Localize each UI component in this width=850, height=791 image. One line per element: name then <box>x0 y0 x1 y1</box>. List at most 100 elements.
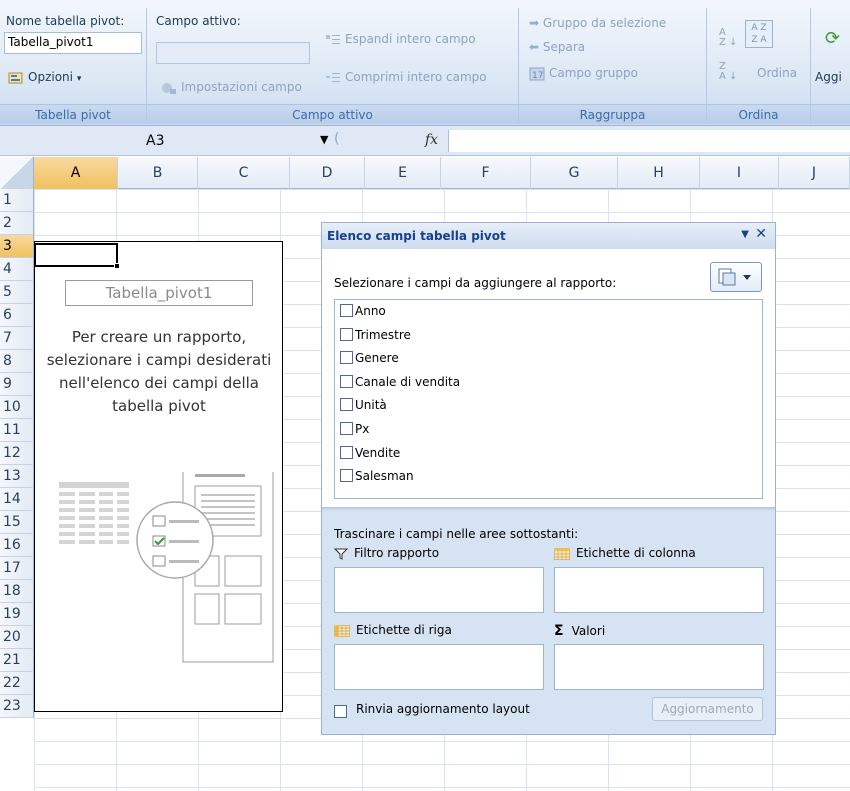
row-header[interactable]: 20 <box>0 626 34 649</box>
name-box-dropdown-icon[interactable]: ▼ <box>320 133 328 146</box>
row-header[interactable]: 5 <box>0 281 34 304</box>
field-item[interactable]: Salesman <box>340 467 414 487</box>
field-settings-label: Impostazioni campo <box>181 80 302 94</box>
expand-field-button[interactable]: Espandi intero campo <box>325 32 476 47</box>
options-dropdown-icon: ▾ <box>76 74 82 84</box>
refresh-button[interactable]: Aggi <box>815 70 842 84</box>
pane-splitter[interactable] <box>322 507 775 511</box>
column-header[interactable]: J <box>779 157 850 189</box>
formula-bar-divider-icon: ( <box>334 131 340 147</box>
column-header[interactable]: C <box>198 157 290 189</box>
group-selection-button[interactable]: ➡ Gruppo da selezione <box>529 16 666 30</box>
field-label: Canale di vendita <box>355 374 461 389</box>
row-header[interactable]: 8 <box>0 350 34 373</box>
row-header[interactable]: 22 <box>0 672 34 695</box>
close-icon[interactable]: ✕ <box>755 226 767 242</box>
field-item[interactable]: Vendite <box>340 444 400 464</box>
field-item[interactable]: Unità <box>340 396 387 416</box>
row-header[interactable]: 7 <box>0 327 34 350</box>
group-field-label: Campo gruppo <box>549 66 638 80</box>
column-header[interactable]: B <box>118 157 198 189</box>
field-checkbox[interactable] <box>340 304 353 317</box>
row-header[interactable]: 1 <box>0 189 34 212</box>
field-item[interactable]: Trimestre <box>340 326 411 346</box>
sort-dialog-icon[interactable]: A ZZ A <box>745 20 773 48</box>
pivot-name-input[interactable]: Tabella_pivot1 <box>4 32 142 54</box>
column-header[interactable]: E <box>365 157 441 189</box>
field-label: Unità <box>355 398 387 413</box>
field-item[interactable]: Px <box>340 420 369 440</box>
refresh-icon[interactable]: ⟳ <box>825 28 840 49</box>
layout-button[interactable] <box>710 262 762 292</box>
row-header[interactable]: 4 <box>0 258 34 281</box>
row-header[interactable]: 10 <box>0 396 34 419</box>
field-checkbox[interactable] <box>340 327 353 341</box>
name-box[interactable]: A3 <box>120 131 320 151</box>
field-settings-button[interactable]: Impostazioni campo <box>161 80 302 95</box>
field-checkbox[interactable] <box>340 398 353 412</box>
row-header[interactable]: 21 <box>0 649 34 672</box>
row-header[interactable]: 17 <box>0 557 34 580</box>
column-header[interactable]: A <box>34 157 118 189</box>
update-button[interactable]: Aggiornamento <box>652 697 763 721</box>
field-checkbox[interactable] <box>340 374 353 388</box>
insert-function-button[interactable]: fx <box>425 132 438 148</box>
values-area[interactable] <box>554 644 764 690</box>
formula-input[interactable] <box>448 130 850 152</box>
field-checkbox[interactable] <box>340 469 353 483</box>
defer-layout-checkbox[interactable] <box>334 705 347 718</box>
row-header[interactable]: 23 <box>0 695 34 718</box>
row-header[interactable]: 16 <box>0 534 34 557</box>
row-header[interactable]: 15 <box>0 511 34 534</box>
row-header[interactable]: 11 <box>0 419 34 442</box>
field-item[interactable]: Anno <box>340 302 386 322</box>
pivot-placeholder[interactable]: Tabella_pivot1 Per creare un rapporto, s… <box>34 241 283 712</box>
collapse-field-button[interactable]: Comprimi intero campo <box>325 70 487 85</box>
sort-button[interactable]: Ordina <box>757 66 797 80</box>
options-label: Opzioni <box>28 70 73 84</box>
row-header[interactable]: 18 <box>0 580 34 603</box>
row-header[interactable]: 14 <box>0 488 34 511</box>
group-field-button[interactable]: 17 Campo gruppo <box>529 66 638 81</box>
active-field-input[interactable] <box>156 42 310 64</box>
row-header[interactable]: 19 <box>0 603 34 626</box>
field-list: Anno Trimestre Genere Canale di vendita Unit… <box>334 299 763 499</box>
active-cell[interactable] <box>34 243 118 267</box>
column-header[interactable]: F <box>441 157 531 189</box>
values-text: Valori <box>571 624 606 638</box>
row-header[interactable]: 6 <box>0 304 34 327</box>
row-header[interactable]: 13 <box>0 465 34 488</box>
column-header[interactable]: G <box>531 157 618 189</box>
column-header[interactable]: D <box>290 157 365 189</box>
column-labels-area[interactable] <box>554 567 764 613</box>
options-button[interactable]: Opzioni ▾ <box>8 70 81 85</box>
field-checkbox[interactable] <box>340 351 353 365</box>
column-header[interactable]: I <box>700 157 779 189</box>
active-field-label: Campo attivo: <box>156 14 241 28</box>
field-item[interactable]: Canale di vendita <box>340 373 460 393</box>
ungroup-button[interactable]: ⬅ Separa <box>529 40 585 54</box>
column-header[interactable]: H <box>618 157 700 189</box>
pane-title: Elenco campi tabella pivot <box>322 223 775 249</box>
row-header[interactable]: 9 <box>0 373 34 396</box>
select-all-corner[interactable] <box>0 157 34 189</box>
ribbon: Nome tabella pivot: Tabella_pivot1 Opzio… <box>0 0 850 126</box>
pane-options-dropdown-icon[interactable]: ▼ <box>741 229 749 240</box>
field-label: Genere <box>355 351 399 366</box>
field-item[interactable]: Genere <box>340 349 399 369</box>
pane-fields-section: Selezionare i campi da aggiungere al rap… <box>322 249 775 507</box>
field-checkbox[interactable] <box>340 445 353 459</box>
row-labels-area[interactable] <box>334 644 544 690</box>
field-checkbox[interactable] <box>340 422 353 435</box>
fill-handle[interactable] <box>114 263 120 269</box>
group-label-data <box>811 104 850 124</box>
report-filter-area[interactable] <box>334 567 544 613</box>
row-header[interactable]: 2 <box>0 212 34 235</box>
group-data: ⟳ Aggi <box>811 8 850 124</box>
row-header[interactable]: 3 <box>0 235 34 258</box>
collapse-icon <box>326 72 340 82</box>
row-header[interactable]: 12 <box>0 442 34 465</box>
sort-za-button[interactable]: ZA ↓ <box>719 62 737 82</box>
sort-za-icon: ZA ↓ <box>719 61 738 82</box>
sort-az-button[interactable]: AZ ↓ <box>719 28 737 48</box>
